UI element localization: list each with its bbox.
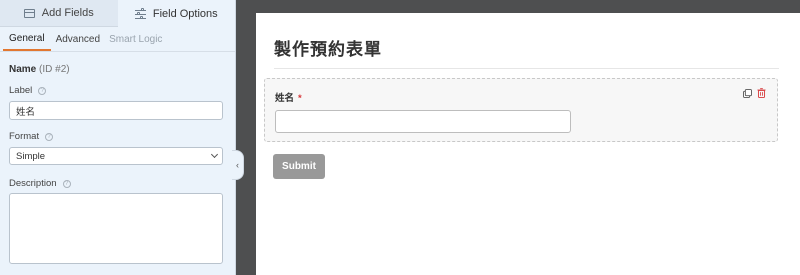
duplicate-icon[interactable] (743, 89, 752, 98)
collapse-panel-button[interactable]: ‹ (232, 150, 244, 180)
format-select[interactable]: Simple (9, 147, 223, 165)
submit-button[interactable]: Submit (273, 154, 325, 179)
label-option-heading: Label ? (9, 85, 47, 96)
field-label-text: 姓名 (275, 93, 295, 104)
help-icon[interactable]: ? (38, 86, 47, 95)
field-name: Name (9, 64, 37, 75)
help-icon[interactable]: ? (62, 179, 71, 188)
label-option-title: Label (9, 85, 33, 96)
chevron-down-icon (210, 150, 219, 159)
tab-add-fields[interactable]: Add Fields (0, 0, 118, 27)
selected-field[interactable]: 姓名 * (264, 78, 778, 142)
subtab-advanced[interactable]: Advanced (56, 34, 100, 51)
format-select-value: Simple (16, 150, 46, 162)
field-label: 姓名 * (275, 90, 302, 104)
title-divider (274, 68, 779, 69)
required-indicator: * (298, 93, 302, 104)
name-field-input[interactable] (275, 110, 571, 133)
format-option-heading: Format ? (9, 131, 54, 142)
label-input[interactable]: 姓名 (9, 101, 223, 120)
field-options-panel: Add Fields Field Options General Advance… (0, 0, 236, 275)
field-heading: Name (ID #2) (9, 64, 70, 75)
subtab-smart-logic[interactable]: Smart Logic (109, 34, 162, 51)
help-icon[interactable]: ? (45, 132, 54, 141)
form-title: 製作預約表單 (274, 40, 382, 59)
tab-field-options[interactable]: Field Options (117, 0, 235, 27)
options-subtabs: General Advanced Smart Logic (0, 27, 235, 52)
format-option-title: Format (9, 131, 40, 142)
tab-field-options-label: Field Options (152, 7, 218, 20)
description-option-heading: Description ? (9, 178, 71, 189)
description-textarea[interactable] (9, 193, 223, 264)
description-option-title: Description (9, 178, 57, 189)
sliders-icon (134, 7, 146, 19)
chevron-left-icon: ‹ (236, 160, 239, 170)
field-id: (ID #2) (39, 64, 70, 75)
form-preview: 製作預約表單 姓名 * Submit (256, 13, 800, 275)
panel-tabs: Add Fields Field Options (0, 0, 235, 27)
tab-add-fields-label: Add Fields (41, 7, 94, 19)
table-icon (23, 8, 35, 18)
label-input-value: 姓名 (16, 106, 36, 118)
trash-icon[interactable] (757, 88, 766, 98)
subtab-general[interactable]: General (3, 33, 51, 51)
